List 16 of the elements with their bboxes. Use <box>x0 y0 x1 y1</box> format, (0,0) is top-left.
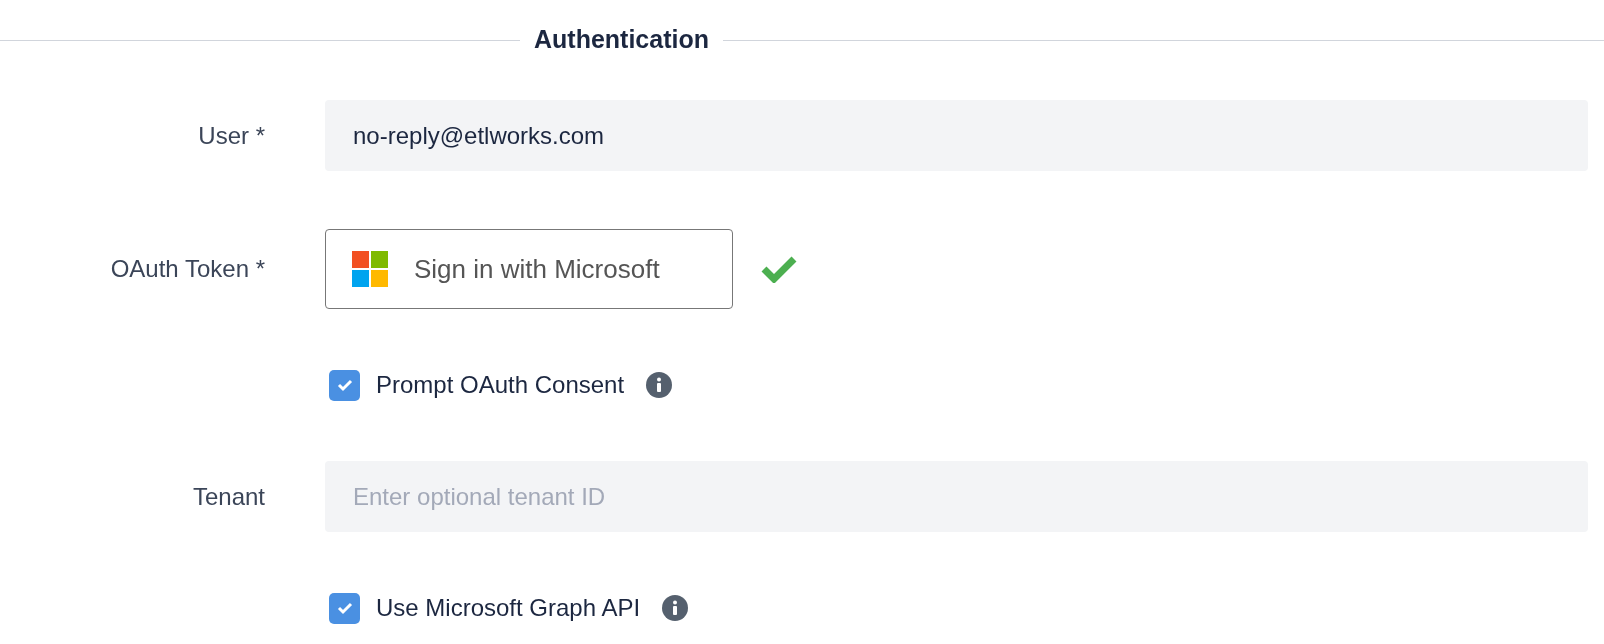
info-icon[interactable] <box>646 372 673 398</box>
checkbox[interactable] <box>329 369 360 401</box>
sign-in-button[interactable]: Sign in with Microsoft <box>325 229 733 309</box>
checkbox-label: Prompt OAuth Consent <box>376 370 625 400</box>
field-label: Tenant <box>192 481 265 512</box>
checkbox-label: Use Microsoft Graph API <box>376 593 641 623</box>
field-label: User * <box>198 120 265 151</box>
text-field[interactable]: no-reply@etlworks.com <box>325 100 1588 171</box>
windows-logo-icon <box>352 251 388 287</box>
info-icon[interactable] <box>662 595 689 621</box>
checkmark-icon <box>336 378 353 392</box>
checkmark-icon <box>336 601 353 615</box>
text-field[interactable]: Enter optional tenant ID <box>325 461 1588 532</box>
field-label: OAuth Token * <box>110 254 265 284</box>
section-title: Authentication <box>533 24 710 56</box>
checkbox[interactable] <box>329 592 360 624</box>
